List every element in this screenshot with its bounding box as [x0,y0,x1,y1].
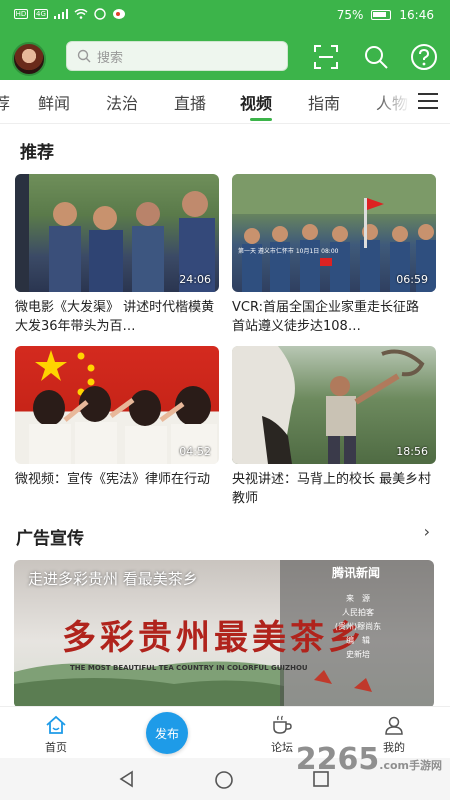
battery-percent: 75% [336,8,364,22]
watermark-label: 手游网 [409,759,442,772]
app-screen: { "status_bar": {"net_left": "HD", "net_… [0,0,450,800]
watermark: 2265.com手游网 [296,742,442,777]
battery-icon [371,10,392,20]
video-thumbnail[interactable]: 18:56 [232,346,436,464]
category-tabs: 荐 鲜闻 法治 直播 视频 指南 人物 [0,80,450,124]
credit-line: (贵州)穆尚东 [334,622,382,631]
search-input[interactable]: 搜索 [66,41,288,71]
section-title-ads: 广告宣传 [16,529,84,549]
hd-indicator: HD [14,9,28,19]
watermark-site: .com [379,759,409,772]
video-duration: 04:52 [179,445,211,458]
section-title-recommend: 推荐 [20,143,54,163]
video-title[interactable]: 微视频：宣传《宪法》律师在行动 [15,470,219,508]
weibo-notification-icon [113,9,125,19]
status-bar: HD 4G 75% 16:46 [0,0,450,32]
banner-english-subtitle: THE MOST BEAUTIFUL TEA COUNTRY IN COLORF… [70,664,308,672]
ad-banner[interactable]: 走进多彩贵州 看最美茶乡 腾讯新闻 多彩贵州最美茶乡 THE MOST BEAU… [14,560,434,708]
avatar[interactable] [12,42,46,76]
video-caption-overlay: 第一天 遵义市仁怀市 10月1日 08:00 [238,248,339,255]
help-icon[interactable] [410,43,438,71]
tab-recommend[interactable]: 荐 [0,90,10,114]
network-4g-indicator: 4G [34,9,48,19]
chevron-right-icon[interactable]: › [424,522,430,541]
tab-video[interactable]: 视频 [240,90,272,114]
video-card[interactable]: 04:52 微视频：宣传《宪法》律师在行动 [15,346,219,508]
coffee-cup-icon [273,715,292,734]
active-tab-indicator [250,118,272,121]
search-icon [77,49,91,63]
wifi-icon [74,9,88,19]
scan-icon[interactable] [312,43,340,71]
signal-icon [54,9,68,19]
tab-live[interactable]: 直播 [174,90,206,114]
tab-guide[interactable]: 指南 [308,90,340,114]
video-thumbnail[interactable]: 04:52 [15,346,219,464]
video-thumbnail[interactable]: 24:06 [15,174,219,292]
app-notification-icon [94,8,106,20]
video-title[interactable]: 微电影《大发渠》 讲述时代楷模黄大发36年带头为百… [15,298,219,336]
video-card[interactable]: 第一天 遵义市仁怀市 10月1日 08:00 06:59 VCR:首届全国企业家… [232,174,436,336]
tab-news[interactable]: 鲜闻 [38,90,70,114]
video-card[interactable]: 24:06 微电影《大发渠》 讲述时代楷模黄大发36年带头为百… [15,174,219,336]
credit-line: 人民拍客 [342,608,374,617]
watermark-number: 2265 [295,742,380,777]
credit-line: 史新培 [346,650,370,659]
video-duration: 18:56 [396,445,428,458]
banner-headline: 走进多彩贵州 看最美茶乡 [28,570,198,588]
video-thumbnail[interactable]: 第一天 遵义市仁怀市 10月1日 08:00 06:59 [232,174,436,292]
video-duration: 06:59 [396,273,428,286]
video-duration: 24:06 [179,273,211,286]
video-title[interactable]: VCR:首届全国企业家重走长征路 首站遵义徒步达108… [232,298,436,336]
user-icon [385,716,403,735]
back-icon[interactable] [118,770,136,788]
home-icon [46,715,66,734]
video-title[interactable]: 央视讲述：马背上的校长 最美乡村教师 [232,470,436,508]
nav-forum-label: 论坛 [271,741,293,754]
search-icon[interactable] [362,43,390,71]
menu-icon[interactable] [418,93,438,109]
clock: 16:46 [399,8,434,22]
credit-line: 编 辑 [346,636,370,645]
nav-home-label: 首页 [45,741,67,754]
app-header: 搜索 [0,32,450,80]
tab-law[interactable]: 法治 [106,90,138,114]
home-circle-icon[interactable] [214,770,234,790]
banner-credits: 来 源 人民拍客 (贵州)穆尚东 编 辑 史新培 [328,592,388,662]
credit-line: 来 源 [346,594,370,603]
news-logo: 腾讯新闻 [332,566,381,580]
nav-home[interactable]: 首页 [16,715,96,755]
banner-calligraphy-title: 多彩贵州最美茶乡 [62,618,366,658]
video-card[interactable]: 18:56 央视讲述：马背上的校长 最美乡村教师 [232,346,436,508]
publish-button[interactable]: 发布 [146,712,188,754]
search-placeholder: 搜索 [97,50,124,66]
